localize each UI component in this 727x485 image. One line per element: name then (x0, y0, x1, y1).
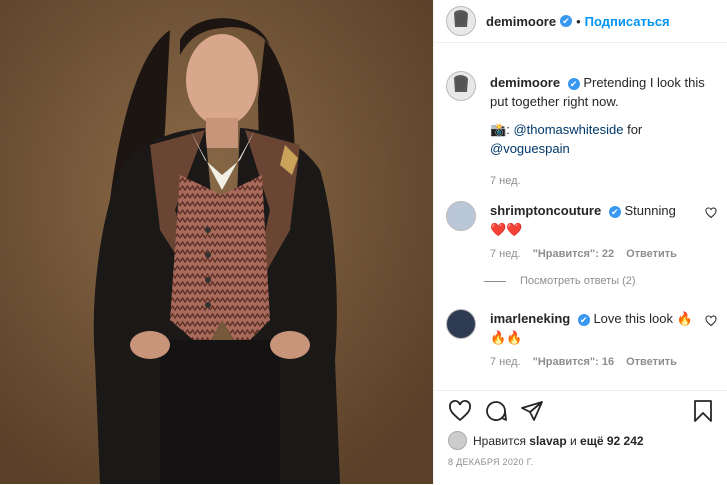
post-date[interactable]: 8 ДЕКАБРЯ 2020 Г. (448, 457, 533, 467)
heart-emoji-icon: ❤️❤️ (490, 222, 523, 237)
comment-text-block: imarleneking ✔ Love this look 🔥 🔥🔥 7 нед… (490, 309, 697, 372)
follow-button[interactable]: Подписаться (585, 14, 670, 29)
view-replies-divider (484, 280, 506, 282)
comment-likes-count[interactable]: "Нравится": 16 (533, 353, 614, 372)
comment-likes-count[interactable]: "Нравится": 22 (533, 245, 614, 264)
commenter-avatar[interactable] (446, 309, 476, 339)
post-photo[interactable] (0, 0, 433, 484)
comment-time[interactable]: 7 нед. (490, 245, 521, 264)
author-avatar[interactable] (446, 6, 476, 36)
caption-meta: 7 нед. (490, 172, 717, 191)
caption-text-block: demimoore ✔ Pretending I look this put t… (490, 73, 717, 191)
verified-badge-icon: ✔ (560, 15, 573, 27)
caption-username[interactable]: demimoore (490, 75, 560, 90)
comment-time[interactable]: 7 нед. (490, 353, 521, 372)
mention-thomaswhiteside[interactable]: @thomaswhiteside (513, 122, 623, 137)
likes-prefix: Нравится (473, 433, 526, 448)
verified-badge-icon: ✔ (577, 313, 590, 326)
camera-emoji-icon: 📸 (490, 122, 507, 137)
liker-avatar[interactable] (448, 431, 467, 450)
header-separator: • (576, 13, 581, 29)
comment-username[interactable]: imarleneking (490, 311, 570, 326)
action-icons (446, 399, 715, 425)
fire-emoji-icon: 🔥 (676, 311, 693, 326)
comment-meta: 7 нед. "Нравится": 22 Ответить (490, 245, 697, 264)
fire-emoji-icon: 🔥🔥 (490, 330, 523, 345)
caption-time[interactable]: 7 нед. (490, 172, 521, 191)
comment-username[interactable]: shrimptoncouture (490, 203, 601, 218)
view-replies-link[interactable]: Посмотреть ответы (2) (484, 275, 636, 287)
post-header: demimoore ✔ • Подписаться (434, 0, 727, 43)
comment-icon[interactable] (484, 399, 508, 423)
comment-text-block: shrimptoncouture ✔ Stunning ❤️❤️ 7 нед. … (490, 201, 697, 264)
author-username[interactable]: demimoore (486, 14, 556, 29)
likes-summary: Нравится slavap и ещё 92 242 (448, 431, 644, 450)
liker-username[interactable]: slavap (529, 434, 566, 448)
verified-badge-icon: ✔ (608, 205, 621, 218)
comment-text: Love this look (593, 311, 673, 326)
post-actions: Нравится slavap и ещё 92 242 8 ДЕКАБРЯ 2… (434, 390, 727, 485)
bookmark-icon[interactable] (691, 399, 715, 423)
verified-badge-icon: ✔ (567, 77, 580, 90)
reply-button[interactable]: Ответить (626, 353, 677, 372)
instagram-post: demimoore ✔ • Подписаться demimoore ✔ Pr… (0, 0, 727, 484)
comment-text: Stunning (624, 203, 676, 218)
heart-icon[interactable] (448, 399, 472, 423)
likes-middle: и (570, 433, 577, 448)
comment-like-heart-icon[interactable] (705, 207, 717, 219)
view-replies-label[interactable]: Посмотреть ответы (2) (520, 275, 636, 287)
comments-section[interactable]: demimoore ✔ Pretending I look this put t… (434, 43, 727, 388)
caption-credit-colon: : (506, 122, 510, 137)
commenter-avatar[interactable] (446, 201, 476, 231)
reply-button[interactable]: Ответить (626, 245, 677, 264)
comment-meta: 7 нед. "Нравится": 16 Ответить (490, 353, 697, 372)
comment-like-heart-icon[interactable] (705, 315, 717, 327)
caption-credit-for: for (627, 122, 643, 137)
caption-avatar[interactable] (446, 71, 476, 101)
portrait-image (0, 0, 433, 484)
post-side-panel: demimoore ✔ • Подписаться demimoore ✔ Pr… (433, 0, 727, 484)
likes-count[interactable]: ещё 92 242 (580, 434, 644, 448)
share-icon[interactable] (520, 399, 544, 423)
mention-voguespain[interactable]: @voguespain (490, 141, 570, 156)
